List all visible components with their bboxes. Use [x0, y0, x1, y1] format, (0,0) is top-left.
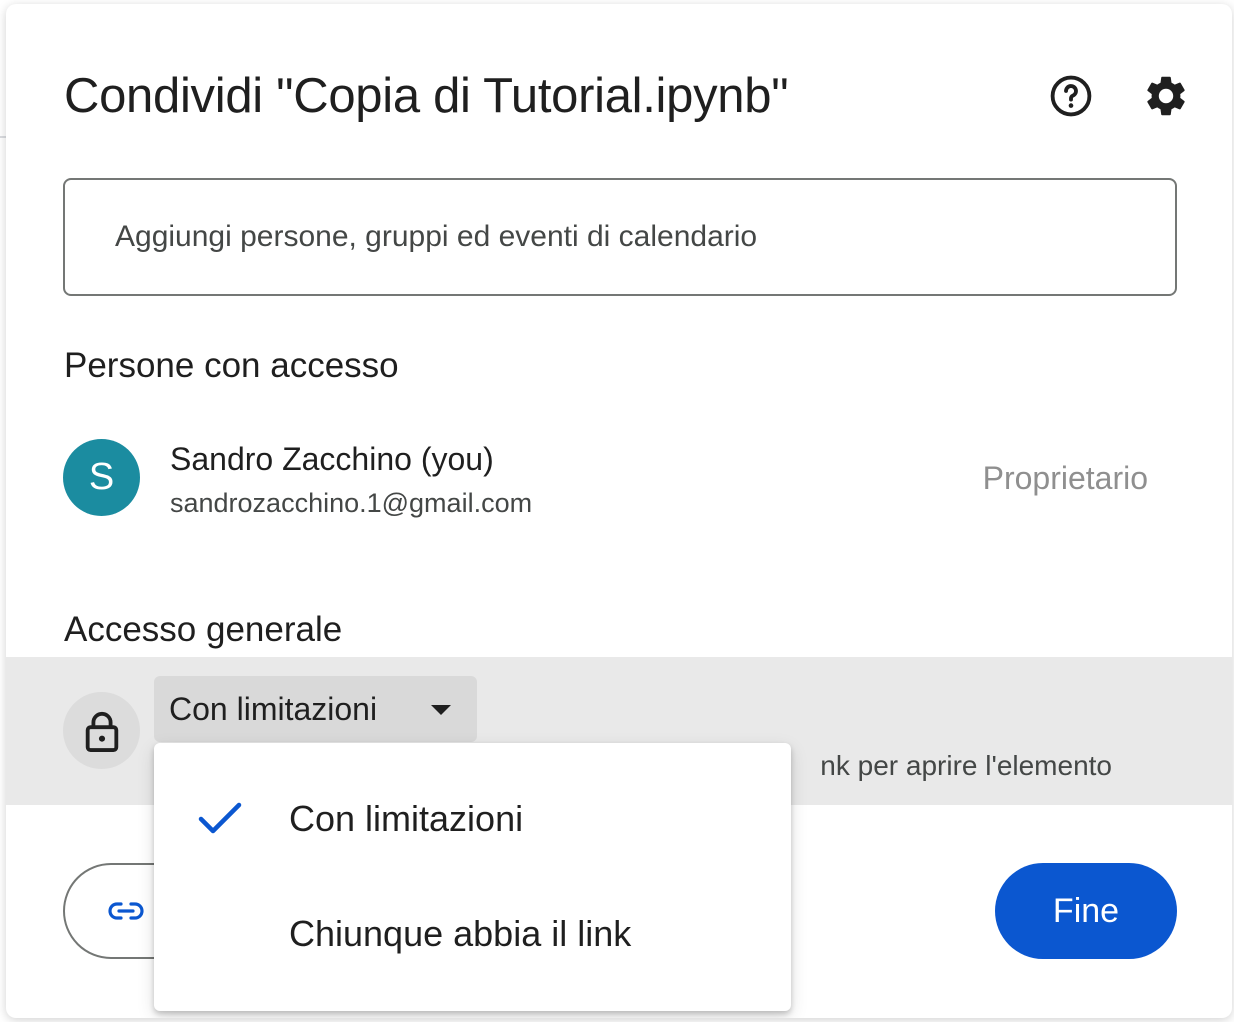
access-options-menu: Con limitazioni Chiunque abbia il link — [154, 743, 791, 1011]
menu-item-anyone-with-link[interactable]: Chiunque abbia il link — [154, 876, 791, 991]
menu-item-label: Con limitazioni — [289, 797, 524, 839]
lock-icon — [85, 711, 118, 752]
add-people-input[interactable] — [115, 220, 1175, 254]
checkmark-icon — [198, 802, 242, 834]
menu-item-label: Chiunque abbia il link — [289, 912, 632, 954]
share-dialog: Condividi "Copia di Tutorial.ipynb" Pers… — [6, 4, 1232, 1018]
done-button[interactable]: Fine — [995, 863, 1177, 959]
link-icon — [108, 902, 144, 920]
gear-icon — [1147, 76, 1185, 116]
help-button[interactable] — [1043, 68, 1099, 124]
add-people-field[interactable] — [63, 178, 1177, 296]
help-circle-icon — [1050, 75, 1092, 117]
lock-badge — [63, 692, 140, 769]
caret-down-icon — [431, 705, 451, 715]
general-access-title: Accesso generale — [64, 610, 343, 649]
person-name: Sandro Zacchino (you) — [170, 441, 494, 477]
general-access-dropdown[interactable]: Con limitazioni — [154, 676, 477, 742]
general-access-selected: Con limitazioni — [169, 690, 378, 727]
settings-button[interactable] — [1138, 68, 1194, 124]
dialog-title: Condividi "Copia di Tutorial.ipynb" — [64, 69, 789, 123]
person-role: Proprietario — [982, 460, 1148, 496]
people-with-access-title: Persone con accesso — [64, 346, 399, 385]
person-email: sandrozacchino.1@gmail.com — [170, 488, 533, 518]
menu-item-restricted[interactable]: Con limitazioni — [154, 761, 791, 876]
avatar: S — [63, 439, 140, 516]
